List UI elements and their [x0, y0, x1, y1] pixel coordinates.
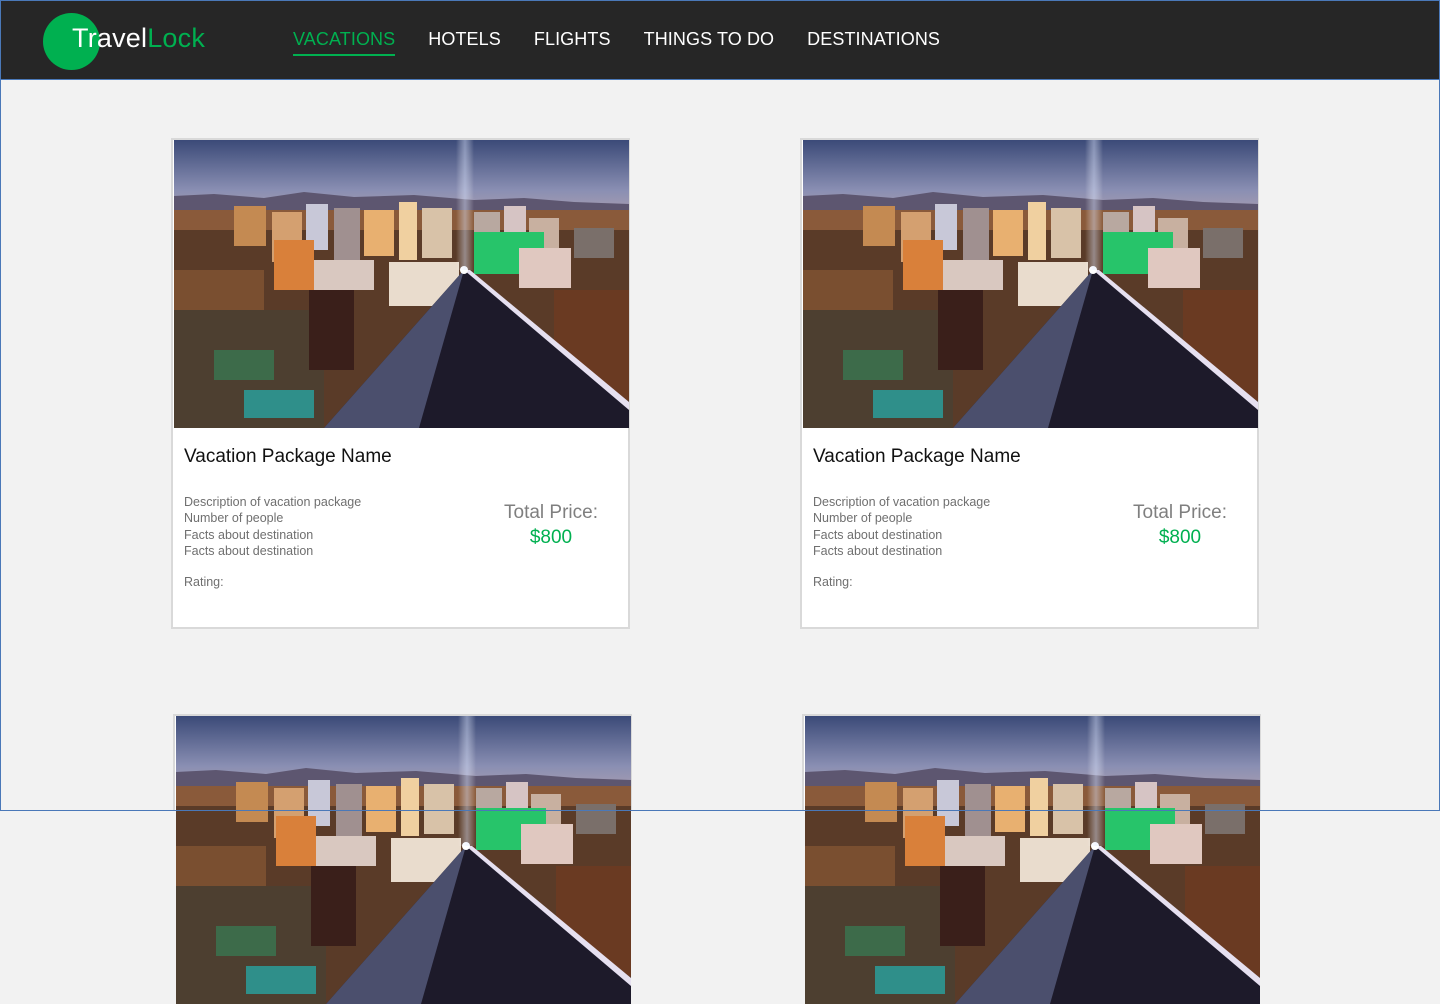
destination-photo: [803, 140, 1258, 428]
nav-things-to-do[interactable]: THINGS TO DO: [644, 29, 775, 50]
package-people: Number of people: [184, 511, 284, 526]
destination-photo: [174, 140, 629, 428]
vacation-package-card[interactable]: [802, 714, 1261, 811]
package-details: Description of vacation package Number o…: [184, 494, 361, 559]
package-fact: Facts about destination: [184, 527, 314, 542]
main-nav: VACATIONS HOTELS FLIGHTS THINGS TO DO DE…: [293, 29, 973, 56]
package-people: Number of people: [813, 511, 913, 526]
rating-label: Rating:: [184, 575, 224, 589]
nav-hotels[interactable]: HOTELS: [428, 29, 501, 50]
destination-photo: [176, 716, 631, 1004]
rating-label: Rating:: [813, 575, 853, 589]
package-name: Vacation Package Name: [813, 446, 1021, 467]
logo-text: TravelLock: [72, 23, 206, 53]
nav-vacations[interactable]: VACATIONS: [293, 29, 396, 56]
nav-destinations[interactable]: DESTINATIONS: [807, 29, 940, 50]
destination-photo: [805, 716, 1260, 1004]
vacation-package-card[interactable]: Vacation Package Name Description of vac…: [171, 138, 630, 629]
package-fact: Facts about destination: [813, 543, 943, 558]
package-description: Description of vacation package: [184, 495, 362, 509]
price-block: Total Price: $800: [1102, 502, 1258, 549]
package-fact: Facts about destination: [813, 527, 943, 542]
total-price-value: $800: [1158, 527, 1202, 548]
package-details: Description of vacation package Number o…: [813, 494, 990, 559]
price-block: Total Price: $800: [473, 502, 629, 549]
total-price-label: Total Price:: [1133, 502, 1227, 523]
vacation-package-card[interactable]: [173, 714, 632, 811]
top-nav-bar: TravelLock VACATIONS HOTELS FLIGHTS THIN…: [1, 1, 1439, 80]
package-fact: Facts about destination: [184, 543, 314, 558]
total-price-value: $800: [529, 527, 573, 548]
total-price-label: Total Price:: [504, 502, 598, 523]
package-description: Description of vacation package: [813, 495, 991, 509]
nav-flights[interactable]: FLIGHTS: [534, 29, 611, 50]
vacation-package-card[interactable]: Vacation Package Name Description of vac…: [800, 138, 1259, 629]
package-name: Vacation Package Name: [184, 446, 392, 467]
